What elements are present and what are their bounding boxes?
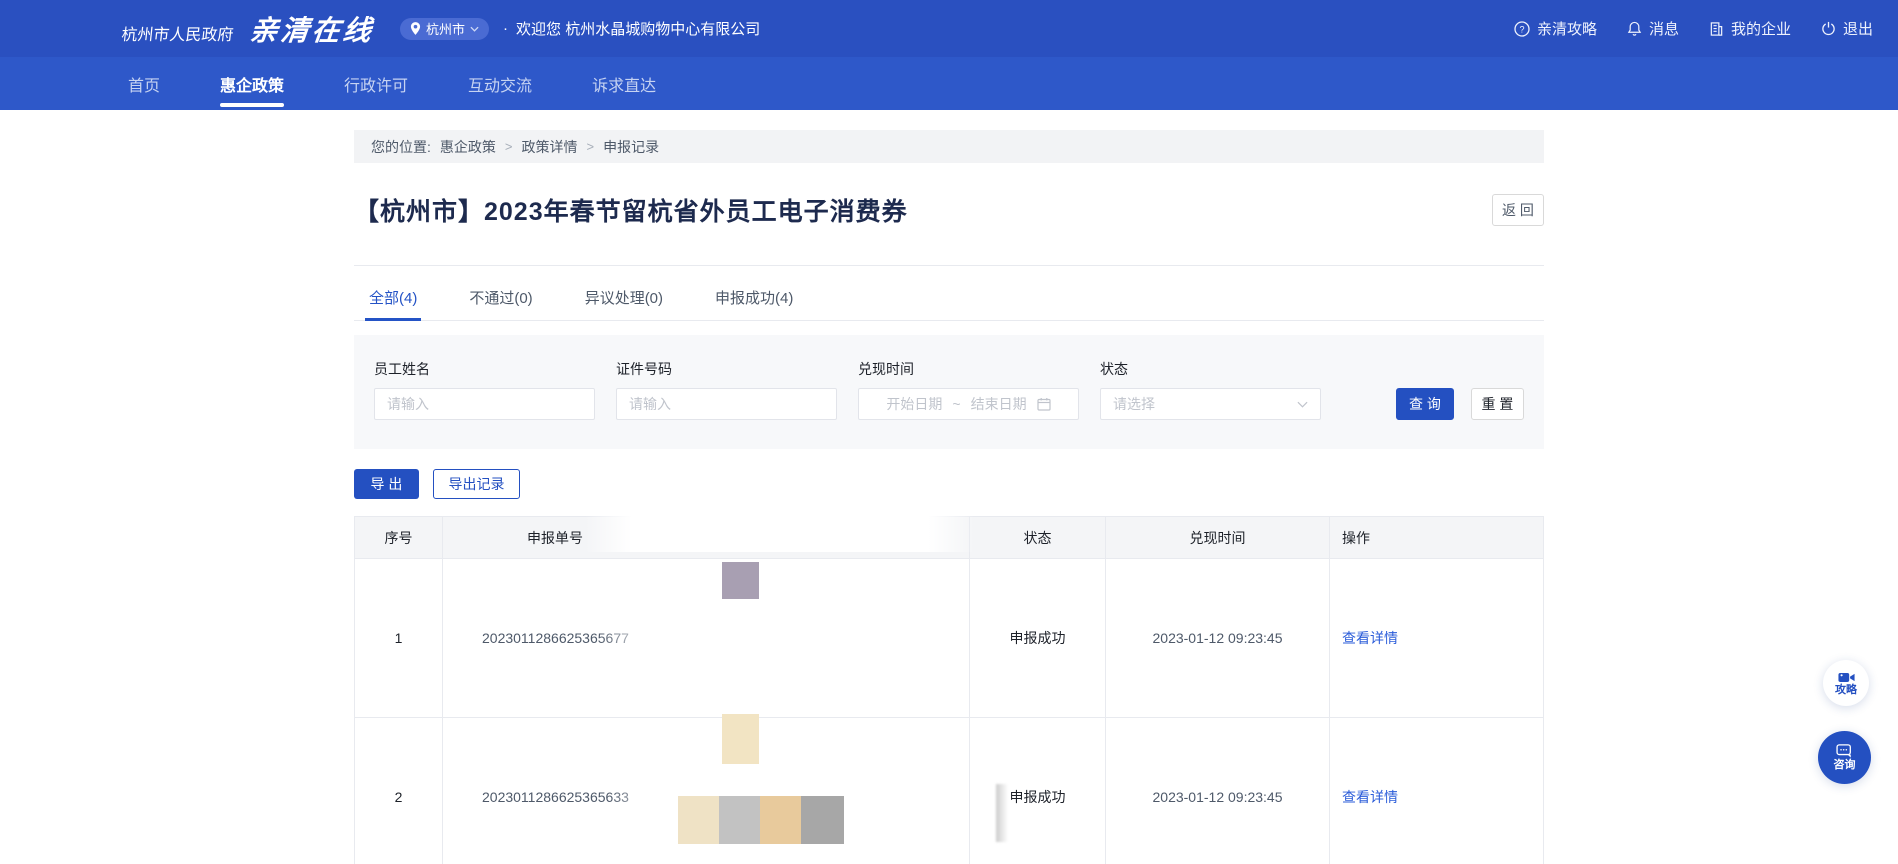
column-header-action: 操作 xyxy=(1330,517,1544,559)
logo-brand-text: 亲清在线 xyxy=(248,9,376,49)
calendar-icon xyxy=(1037,397,1051,411)
cell-redeem-time: 2023-01-12 09:23:45 xyxy=(1106,559,1330,718)
export-button[interactable]: 导 出 xyxy=(354,469,419,499)
breadcrumb-separator: > xyxy=(505,139,513,154)
location-label: 杭州市 xyxy=(426,19,465,38)
redeem-time-range-picker[interactable]: 开始日期 ~ 结束日期 xyxy=(858,388,1079,420)
chevron-down-icon xyxy=(470,26,479,32)
header-link-messages[interactable]: 消息 xyxy=(1627,18,1679,39)
page-title: 【杭州市】2023年春节留杭省外员工电子消费券 xyxy=(354,192,908,228)
floating-consult-label: 咨询 xyxy=(1834,760,1856,771)
view-detail-link[interactable]: 查看详情 xyxy=(1342,630,1398,646)
nav-item-appeals[interactable]: 诉求直达 xyxy=(592,57,656,110)
header-link-logout[interactable]: 退出 xyxy=(1821,18,1873,39)
id-number-input[interactable] xyxy=(616,388,837,420)
header-link-label: 退出 xyxy=(1843,18,1873,39)
status-select[interactable]: 请选择 xyxy=(1100,388,1321,420)
column-header-seq: 序号 xyxy=(355,517,443,559)
cell-seq: 2 xyxy=(355,718,443,864)
tab-all[interactable]: 全部(4) xyxy=(369,287,417,320)
nav-item-licensing[interactable]: 行政许可 xyxy=(344,57,408,110)
floating-guide-label: 攻略 xyxy=(1835,685,1857,696)
employee-name-label: 员工姓名 xyxy=(374,359,595,379)
table-row: 2 2023011286625365633 申报成功 2023-01-12 09… xyxy=(355,718,1544,864)
column-header-status: 状态 xyxy=(970,517,1106,559)
back-button[interactable]: 返 回 xyxy=(1492,194,1544,226)
breadcrumb: 您的位置: 惠企政策 > 政策详情 > 申报记录 xyxy=(354,130,1544,163)
end-date-placeholder: 结束日期 xyxy=(971,394,1027,414)
power-icon xyxy=(1821,21,1836,36)
range-tilde: ~ xyxy=(952,396,960,412)
table-row: 1 2023011286625365677 申报成功 2023-01-12 09… xyxy=(355,559,1544,718)
chevron-down-icon xyxy=(1297,401,1308,408)
column-header-redeem-time: 兑现时间 xyxy=(1106,517,1330,559)
records-table: 序号 申报单号 状态 兑现时间 操作 1 2023011286625365677… xyxy=(354,516,1544,864)
tab-objection[interactable]: 异议处理(0) xyxy=(585,287,663,320)
start-date-placeholder: 开始日期 xyxy=(886,394,942,414)
record-tabs: 全部(4) 不通过(0) 异议处理(0) 申报成功(4) xyxy=(354,266,1544,321)
header-link-guide[interactable]: ? 亲清攻略 xyxy=(1514,18,1597,39)
nav-item-interaction[interactable]: 互动交流 xyxy=(468,57,532,110)
filter-panel: 员工姓名 证件号码 兑现时间 开始日期 ~ 结束日期 状态 请选择 xyxy=(354,335,1544,449)
search-button[interactable]: 查 询 xyxy=(1396,388,1454,420)
employee-name-input[interactable] xyxy=(374,388,595,420)
cell-order-no: 2023011286625365633 xyxy=(443,718,970,864)
cell-status: 申报成功 xyxy=(970,718,1106,864)
breadcrumb-item-policy-detail[interactable]: 政策详情 xyxy=(521,137,577,157)
tab-success[interactable]: 申报成功(4) xyxy=(715,287,793,320)
logo-gov-text: 杭州市人民政府 xyxy=(120,21,235,45)
cell-redeem-time: 2023-01-12 09:23:45 xyxy=(1106,718,1330,864)
building-icon xyxy=(1709,21,1724,37)
status-label: 状态 xyxy=(1100,359,1321,379)
breadcrumb-item-records[interactable]: 申报记录 xyxy=(603,137,659,157)
welcome-text: 欢迎您 杭州水晶城购物中心有限公司 xyxy=(516,18,760,39)
cell-seq: 1 xyxy=(355,559,443,718)
bell-icon xyxy=(1627,21,1642,37)
main-nav: 首页 惠企政策 行政许可 互动交流 诉求直达 xyxy=(0,57,1898,110)
site-logo[interactable]: 杭州市人民政府 亲清在线 xyxy=(120,9,376,49)
breadcrumb-prefix: 您的位置: xyxy=(371,137,431,157)
chat-icon xyxy=(1836,744,1854,759)
cell-status: 申报成功 xyxy=(970,559,1106,718)
header-link-label: 我的企业 xyxy=(1731,18,1791,39)
reset-button[interactable]: 重 置 xyxy=(1471,388,1524,420)
help-icon: ? xyxy=(1514,21,1530,37)
header-top-bar: 杭州市人民政府 亲清在线 杭州市 · 欢迎您 杭州水晶城购物中心有限公司 ? 亲… xyxy=(0,0,1898,57)
svg-text:?: ? xyxy=(1519,24,1524,34)
export-log-button[interactable]: 导出记录 xyxy=(433,469,520,499)
nav-item-home[interactable]: 首页 xyxy=(128,57,160,110)
redeem-time-label: 兑现时间 xyxy=(858,359,1079,379)
nav-item-policies[interactable]: 惠企政策 xyxy=(220,57,284,110)
breadcrumb-item-policies[interactable]: 惠企政策 xyxy=(440,137,496,157)
welcome-text-wrap: · 欢迎您 杭州水晶城购物中心有限公司 xyxy=(503,18,760,39)
status-select-placeholder: 请选择 xyxy=(1113,394,1155,414)
floating-consult-button[interactable]: 咨询 xyxy=(1818,731,1871,784)
breadcrumb-separator: > xyxy=(586,139,594,154)
welcome-dot: · xyxy=(503,20,508,37)
header-link-label: 消息 xyxy=(1649,18,1679,39)
header-link-label: 亲清攻略 xyxy=(1537,18,1597,39)
table-header-row: 序号 申报单号 状态 兑现时间 操作 xyxy=(355,517,1544,559)
tab-rejected[interactable]: 不通过(0) xyxy=(469,287,532,320)
column-header-order-no: 申报单号 xyxy=(443,517,970,559)
video-camera-icon xyxy=(1838,671,1855,684)
view-detail-link[interactable]: 查看详情 xyxy=(1342,789,1398,805)
floating-guide-button[interactable]: 攻略 xyxy=(1823,660,1869,706)
id-number-label: 证件号码 xyxy=(616,359,837,379)
location-pin-icon xyxy=(410,22,421,35)
cell-order-no: 2023011286625365677 xyxy=(443,559,970,718)
location-selector[interactable]: 杭州市 xyxy=(400,18,489,40)
header-link-my-company[interactable]: 我的企业 xyxy=(1709,18,1791,39)
